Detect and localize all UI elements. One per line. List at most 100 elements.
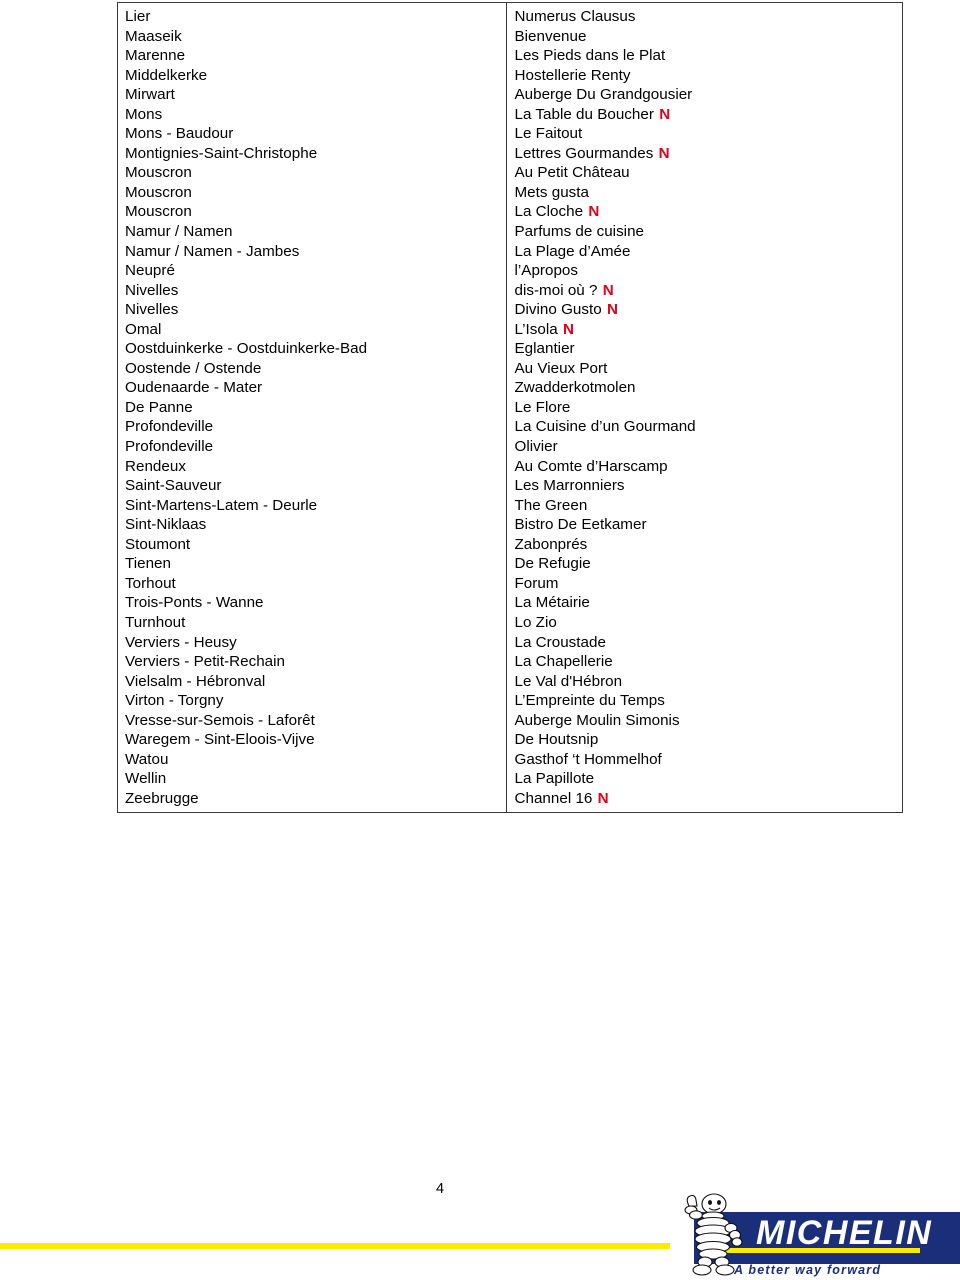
listing-row-text: Trois-Ponts - Wanne (125, 594, 264, 612)
listing-row-establishment: Zwadderkotmolen (515, 378, 899, 398)
listing-row-locality: Saint-Sauveur (125, 476, 502, 496)
listing-row-establishment: De Refugie (515, 554, 899, 574)
listing-row-text: Au Comte d’Harscamp (514, 457, 668, 475)
listing-column-locality: Lier Maaseik Marenne Middelkerke Mirwart Mons… (118, 3, 506, 812)
listing-row-locality: Omal (125, 320, 502, 340)
new-entry-marker: N (597, 789, 609, 807)
listing-row-establishment: Les Marronniers (515, 476, 899, 496)
listing-row-text: Sint-Martens-Latem - Deurle (125, 496, 318, 514)
listing-row-establishment: La Chapellerie (515, 652, 899, 672)
listing-row-text: Forum (514, 574, 559, 592)
listing-row-establishment: Au Petit Château (515, 163, 899, 183)
listing-row-text: Mons - Baudour (125, 125, 234, 143)
listing-row-locality: Zeebrugge (125, 789, 502, 809)
listing-row-establishment: La Table du Boucher N (515, 105, 899, 125)
listing-row-establishment: Divino Gusto N (515, 300, 899, 320)
listing-row-text: La Papillote (514, 770, 595, 788)
listing-row-establishment: Channel 16 N (515, 789, 899, 809)
logo-tagline: A better way forward (733, 1263, 881, 1277)
listing-row-locality: Namur / Namen (125, 222, 502, 242)
listing-row-establishment: Bienvenue (515, 27, 899, 47)
listing-row-text: Marenne (125, 47, 186, 65)
listing-row-text: Parfums de cuisine (514, 223, 645, 241)
listing-row-text: Saint-Sauveur (125, 477, 222, 495)
listing-row-text: Oostende / Ostende (125, 359, 262, 377)
listing-row-text: Hostellerie Renty (514, 66, 631, 84)
listing-row-establishment: Parfums de cuisine (515, 222, 899, 242)
listing-row-text: Eglantier (514, 340, 575, 358)
listing-row-text: Nivelles (125, 301, 179, 319)
listing-row-text: Vresse-sur-Semois - Laforêt (125, 711, 315, 729)
listing-row-locality: Tienen (125, 554, 502, 574)
new-entry-marker: N (606, 301, 618, 319)
listing-row-locality: Wellin (125, 769, 502, 789)
listing-row-text: Sint-Niklaas (125, 516, 207, 534)
listing-row-text: Turnhout (125, 613, 186, 631)
listing-row-locality: Namur / Namen - Jambes (125, 242, 502, 262)
listing-row-text: Lettres Gourmandes (514, 144, 654, 162)
listing-row-text: Oudenaarde - Mater (125, 379, 263, 397)
listing-row-establishment: Numerus Clausus (515, 7, 899, 27)
listing-row-establishment: Au Comte d’Harscamp (515, 457, 899, 477)
listing-row-locality: Sint-Martens-Latem - Deurle (125, 496, 502, 516)
new-entry-marker: N (588, 203, 600, 221)
listing-row-text: Zabonprés (514, 535, 588, 553)
listing-row-text: Zeebrugge (125, 789, 199, 807)
listing-row-establishment: Les Pieds dans le Plat (515, 46, 899, 66)
listing-table-body: Lier Maaseik Marenne Middelkerke Mirwart Mons… (118, 3, 902, 813)
listing-row-locality: Mirwart (125, 85, 502, 105)
listing-row-establishment: Hostellerie Renty (515, 66, 899, 86)
listing-row-text: Zwadderkotmolen (514, 379, 636, 397)
listing-row-establishment: Le Flore (515, 398, 899, 418)
listing-row-text: Oostduinkerke - Oostduinkerke-Bad (125, 340, 368, 358)
listing-row-locality: Nivelles (125, 281, 502, 301)
listing-row-establishment: Olivier (515, 437, 899, 457)
new-entry-marker: N (602, 281, 614, 299)
listing-row-locality: Mons (125, 105, 502, 125)
listing-row-establishment: Lettres Gourmandes N (515, 144, 899, 164)
listing-row-text: La Cuisine d’un Gourmand (514, 418, 696, 436)
michelin-logo: MICHELIN A better way forward (666, 1192, 960, 1280)
listing-row-text: Le Faitout (514, 125, 583, 143)
listing-row-locality: Oostende / Ostende (125, 359, 502, 379)
new-entry-marker: N (658, 144, 670, 162)
listing-row-locality: Rendeux (125, 457, 502, 477)
listing-row-text: The Green (514, 496, 588, 514)
listing-row-locality: Profondeville (125, 437, 502, 457)
document-page: Lier Maaseik Marenne Middelkerke Mirwart Mons… (0, 0, 960, 1280)
listing-row-text: De Houtsnip (514, 731, 599, 749)
listing-row-locality: Middelkerke (125, 66, 502, 86)
listing-row-text: Les Marronniers (514, 477, 625, 495)
listing-table: Lier Maaseik Marenne Middelkerke Mirwart Mons… (117, 2, 903, 814)
new-entry-marker: N (659, 105, 671, 123)
listing-row-establishment: La Cloche N (515, 202, 899, 222)
listing-row-establishment: Zabonprés (515, 535, 899, 555)
listing-row-text: dis-moi où ? (514, 281, 598, 299)
listing-row-text: La Plage d’Amée (514, 242, 631, 260)
listing-row-establishment: l’Apropos (515, 261, 899, 281)
listing-row-locality: Torhout (125, 574, 502, 594)
listing-row-establishment: Forum (515, 574, 899, 594)
listing-row-locality: Oudenaarde - Mater (125, 378, 502, 398)
listing-row-locality: Neupré (125, 261, 502, 281)
listing-row-text: Profondeville (125, 438, 214, 456)
listing-row-text: De Panne (125, 398, 193, 416)
listing-row-text: Mouscron (125, 164, 192, 182)
listing-row-locality: Vielsalm - Hébronval (125, 672, 502, 692)
listing-row-establishment: L’Empreinte du Temps (515, 691, 899, 711)
listing-row-text: Verviers - Petit-Rechain (125, 653, 286, 671)
listing-row-establishment: La Croustade (515, 633, 899, 653)
listing-row-locality: Sint-Niklaas (125, 515, 502, 535)
listing-row-establishment: La Papillote (515, 769, 899, 789)
listing-row-text: Bienvenue (514, 27, 587, 45)
listing-row-text: Le Flore (514, 398, 571, 416)
listing-row-text: Mouscron (125, 203, 192, 221)
listing-row-text: Auberge Moulin Simonis (514, 711, 680, 729)
listing-row-text: De Refugie (514, 555, 591, 573)
listing-row-locality: Trois-Ponts - Wanne (125, 593, 502, 613)
listing-row-text: Virton - Torgny (125, 692, 224, 710)
listing-row-text: Montignies-Saint-Christophe (125, 144, 318, 162)
listing-row-text: Waregem - Sint-Eloois-Vijve (125, 731, 315, 749)
listing-row-establishment: Auberge Du Grandgousier (515, 85, 899, 105)
listing-row-locality: Verviers - Petit-Rechain (125, 652, 502, 672)
